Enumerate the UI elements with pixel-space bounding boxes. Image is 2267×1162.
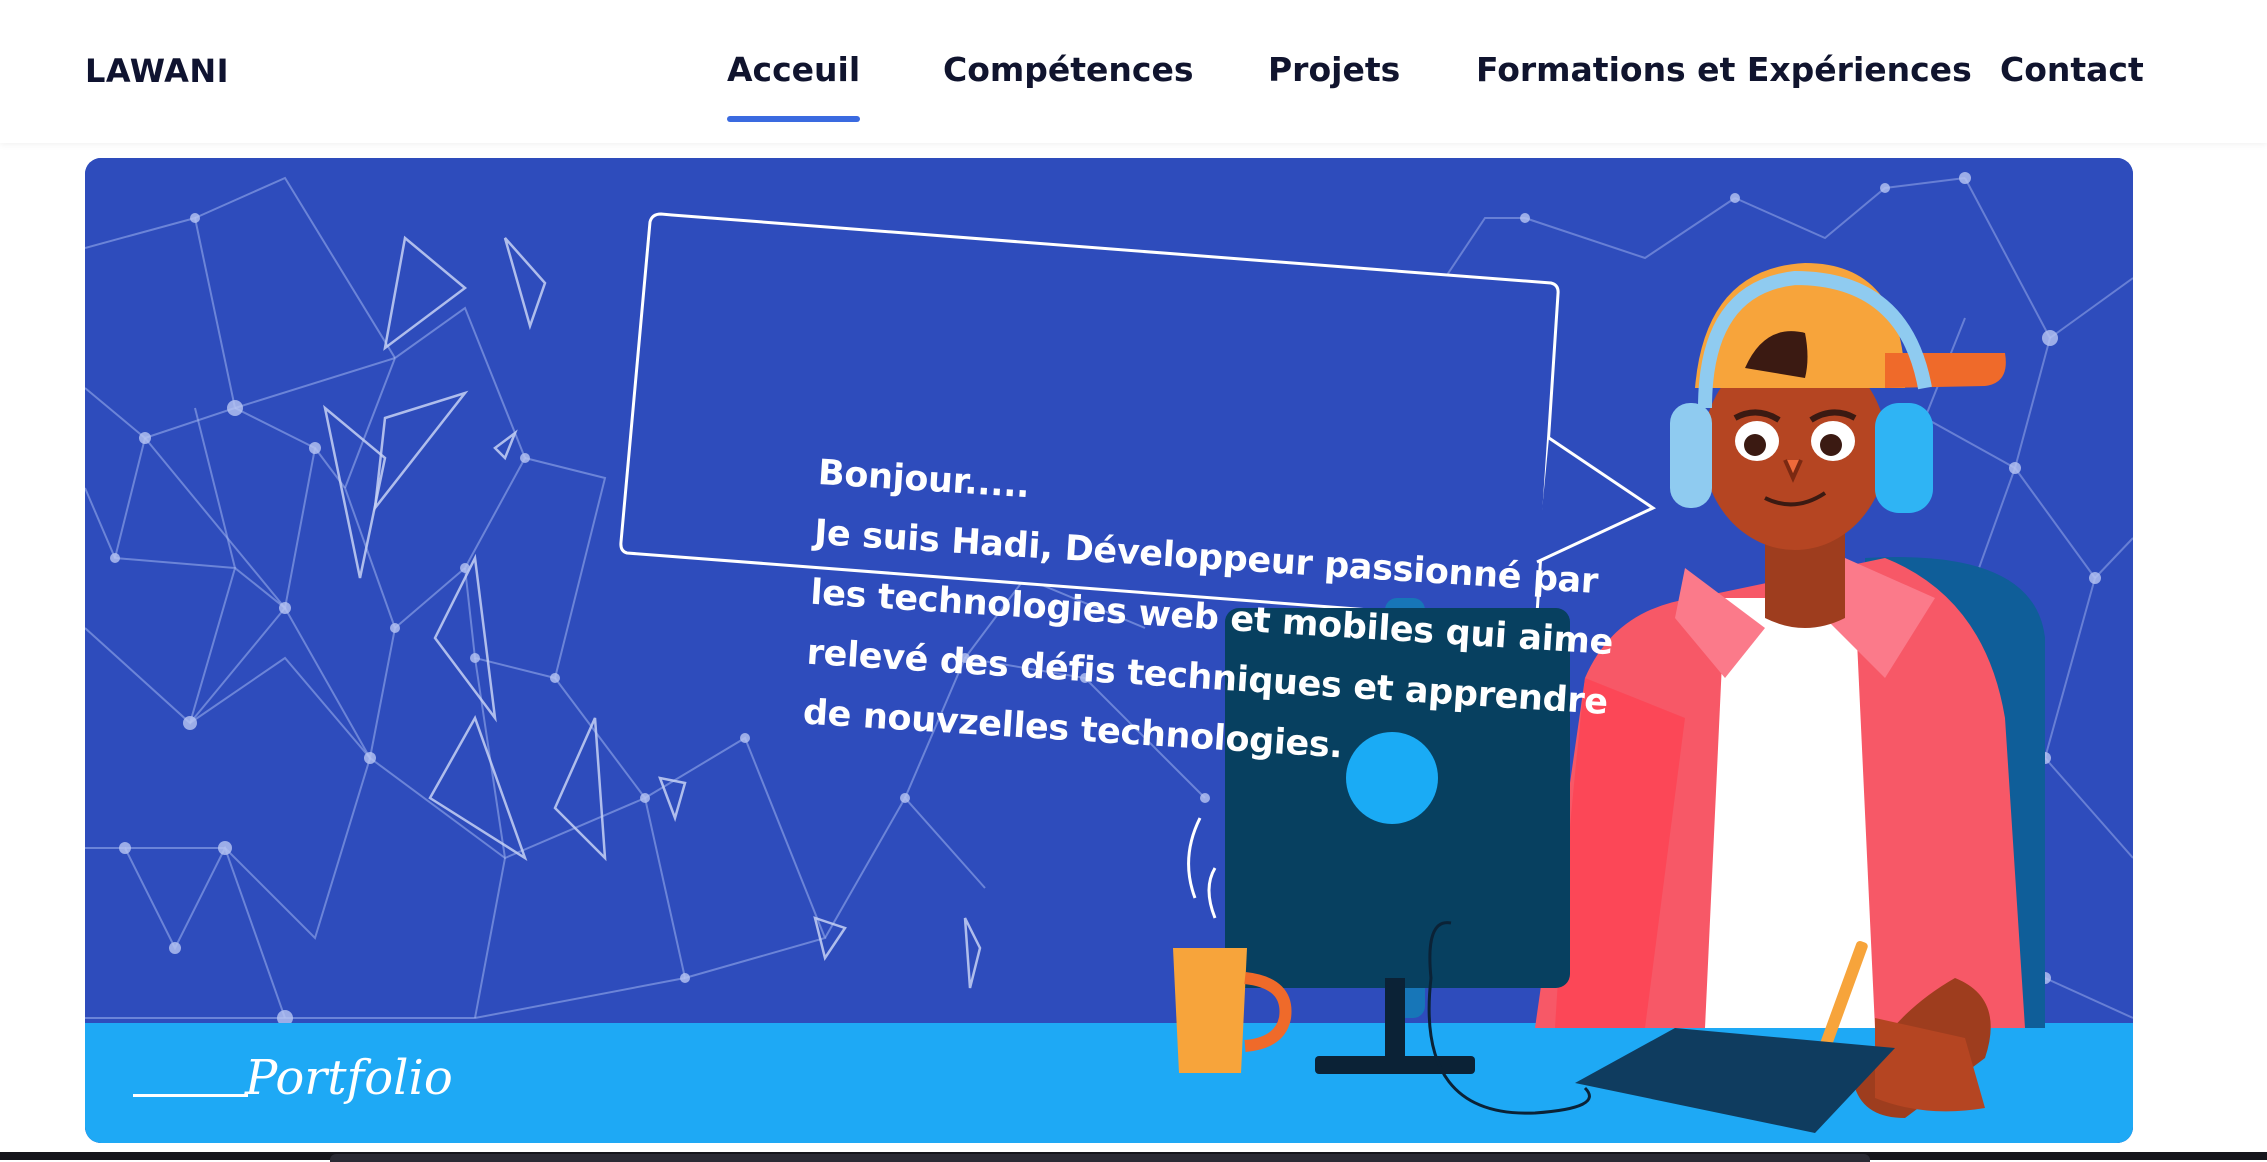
portfolio-underline [133, 1094, 248, 1097]
main-nav: Acceuil Compétences Projets Formations e… [0, 50, 2267, 122]
intro-speech: Bonjour..... Je suis Hadi, Développeur p… [801, 443, 1638, 794]
hero-banner: Bonjour..... Je suis Hadi, Développeur p… [85, 158, 2133, 1143]
top-navbar: LAWANI Acceuil Compétences Projets Forma… [0, 0, 2267, 143]
bottom-edge [0, 1152, 2267, 1162]
nav-competences[interactable]: Compétences [943, 50, 1194, 89]
nav-projets[interactable]: Projets [1268, 50, 1400, 89]
portfolio-label: Portfolio [245, 1050, 453, 1106]
intro-text: Je suis Hadi, Développeur passionné par … [801, 512, 1615, 767]
nav-formations-experiences[interactable]: Formations et Expériences [1476, 50, 1972, 89]
nav-contact[interactable]: Contact [2000, 50, 2144, 89]
nav-acceuil[interactable]: Acceuil [727, 50, 861, 122]
